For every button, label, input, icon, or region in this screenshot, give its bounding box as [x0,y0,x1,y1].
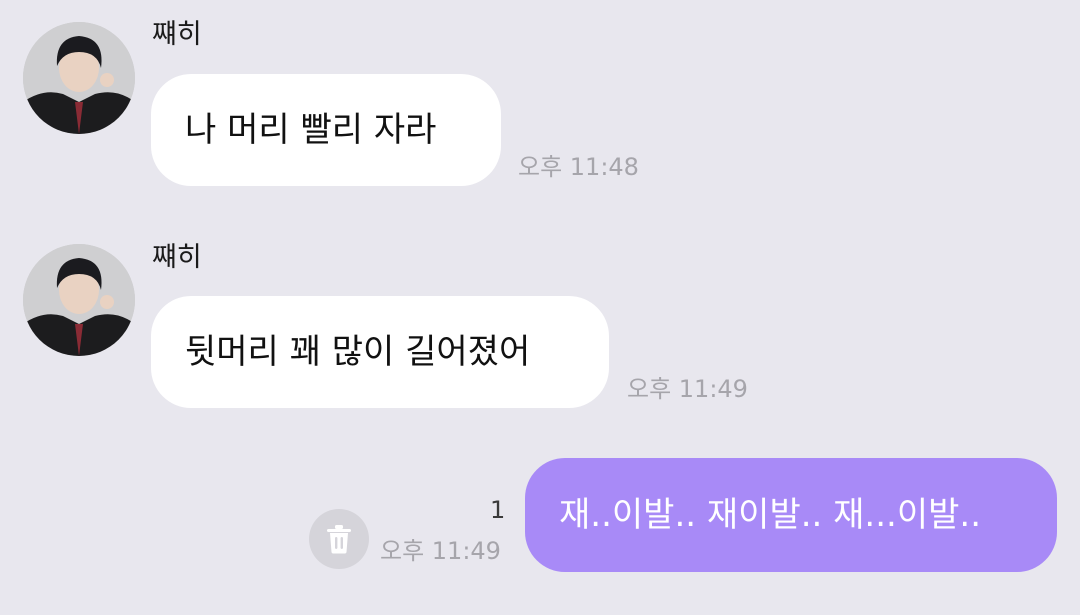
delete-button[interactable] [309,509,369,569]
message-timestamp: 오후 11:49 [380,537,501,565]
message-bubble[interactable]: 재..이발.. 재이발.. 재...이발.. [525,458,1057,572]
unread-count: 1 [490,496,506,524]
trash-icon [327,525,351,554]
outgoing-message: 1 오후 11:49 재..이발.. 재이발.. 재...이발.. [0,0,1080,615]
